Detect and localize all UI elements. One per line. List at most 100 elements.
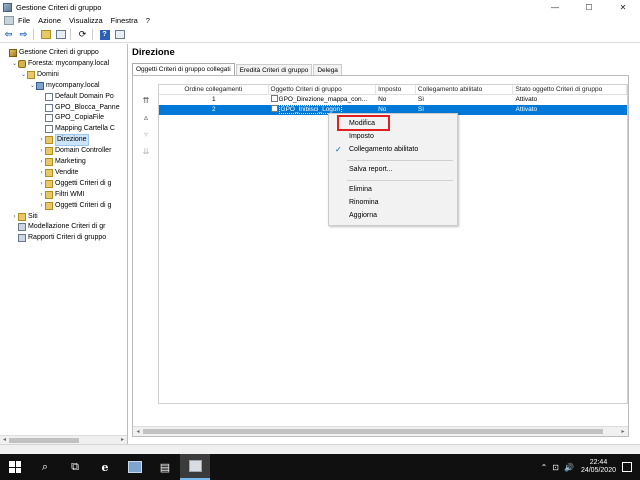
volume-icon[interactable]: 🔊 xyxy=(564,463,574,472)
tree-item[interactable]: GPO_CopiaFile xyxy=(38,113,104,123)
task-view-icon[interactable]: ⧉ xyxy=(60,454,90,480)
tab-strip: Oggetti Criteri di gruppo collegati Ered… xyxy=(132,63,343,75)
tree-item[interactable]: › Marketing xyxy=(38,157,86,167)
menu-bar: File Azione Visualizza Finestra ? xyxy=(0,14,640,27)
expand-toggle-icon[interactable]: › xyxy=(38,201,45,211)
tree-horizontal-scrollbar[interactable]: ◂ ▸ xyxy=(0,435,127,444)
move-down-icon[interactable]: ▿ xyxy=(141,130,151,140)
file-explorer-icon[interactable]: ▤ xyxy=(150,454,180,480)
menu-item-collegamento-abilitato[interactable]: ✓ Collegamento abilitato xyxy=(329,144,457,156)
expand-toggle-icon[interactable]: › xyxy=(11,212,18,222)
minimize-button[interactable]: — xyxy=(538,0,572,14)
up-folder-icon[interactable] xyxy=(39,29,52,41)
move-up-icon[interactable]: ▵ xyxy=(141,113,151,123)
scroll-left-icon[interactable]: ◂ xyxy=(133,427,143,437)
start-button[interactable] xyxy=(0,454,30,480)
column-header-status[interactable]: Stato oggetto Criteri di gruppo xyxy=(513,85,627,94)
back-arrow-icon[interactable]: ⇦ xyxy=(2,29,15,41)
tree-item[interactable]: › Vendite xyxy=(38,168,78,178)
search-icon[interactable]: ⌕ xyxy=(30,454,60,480)
menu-item-salva-report[interactable]: Salva report... xyxy=(329,164,457,176)
forward-arrow-icon[interactable]: ⇨ xyxy=(17,29,30,41)
scroll-right-icon[interactable]: ▸ xyxy=(618,427,628,437)
gpo-link-icon xyxy=(45,114,53,123)
help-icon[interactable]: ? xyxy=(98,29,111,41)
gpmc-root-icon xyxy=(9,49,17,57)
move-top-icon[interactable]: ⇈ xyxy=(141,96,151,106)
expand-toggle-icon[interactable]: › xyxy=(38,135,45,145)
tree-item[interactable]: › Direzione xyxy=(38,134,89,147)
cell-gpo: GPO_Direzione_mappa_con... xyxy=(269,95,377,105)
column-header-link-enabled[interactable]: Collegamento abilitato xyxy=(416,85,514,94)
expand-toggle-icon[interactable]: › xyxy=(38,179,45,189)
menu-item-imposto[interactable]: Imposto xyxy=(329,131,457,143)
tree-item[interactable]: Modellazione Criteri di gr xyxy=(11,222,105,232)
expand-toggle-icon[interactable]: ⌄ xyxy=(29,81,36,91)
tree-item[interactable]: › Oggetti Criteri di g xyxy=(38,179,111,189)
expand-toggle-icon[interactable]: › xyxy=(38,190,45,200)
move-bottom-icon[interactable]: ⇊ xyxy=(141,147,151,157)
menu-help[interactable]: ? xyxy=(142,16,154,25)
notification-icon[interactable] xyxy=(622,462,632,472)
clock[interactable]: 22:44 24/05/2020 xyxy=(581,459,616,475)
tree-item[interactable]: › Oggetti Criteri di g xyxy=(38,201,111,211)
column-header-gpo[interactable]: Oggetto Criteri di gruppo xyxy=(269,85,377,94)
expand-toggle-icon[interactable]: › xyxy=(38,146,45,156)
menu-azione[interactable]: Azione xyxy=(34,16,65,25)
menu-finestra[interactable]: Finestra xyxy=(107,16,142,25)
tab-linked-gpos[interactable]: Oggetti Criteri di gruppo collegati xyxy=(132,63,235,75)
menu-visualizza[interactable]: Visualizza xyxy=(65,16,107,25)
tree-item[interactable]: ⌄ Foresta: mycompany.local xyxy=(11,59,109,69)
console-tree[interactable]: Gestione Criteri di gruppo ⌄ Foresta: myco… xyxy=(0,44,128,444)
menu-item-rinomina[interactable]: Rinomina xyxy=(329,197,457,209)
window-controls: — ☐ ✕ xyxy=(538,0,640,14)
expand-toggle-icon[interactable]: ⌄ xyxy=(11,59,18,69)
expand-toggle-icon[interactable]: ⌄ xyxy=(20,70,27,80)
ou-icon xyxy=(45,168,53,177)
gpo-link-icon xyxy=(270,105,278,112)
system-menu-icon[interactable] xyxy=(4,16,14,25)
console-tree-icon[interactable] xyxy=(54,29,67,41)
tab-inheritance[interactable]: Eredità Criteri di gruppo xyxy=(235,64,313,75)
tree-item[interactable]: › Domain Controller xyxy=(38,146,111,156)
modeling-icon xyxy=(18,223,26,232)
scroll-thumb[interactable] xyxy=(143,429,603,434)
scroll-right-icon[interactable]: ▸ xyxy=(118,436,127,444)
menu-item-aggiorna[interactable]: Aggiorna xyxy=(329,210,457,222)
tree-item[interactable]: ⌄ Domini xyxy=(20,70,59,80)
network-icon[interactable]: ⊡ xyxy=(552,463,559,472)
menu-item-label: Aggiorna xyxy=(349,212,378,219)
menu-item-elimina[interactable]: Elimina xyxy=(329,184,457,196)
table-row[interactable]: 1 GPO_Direzione_mappa_con... No Sì Attiv… xyxy=(159,95,627,105)
tray-overflow-icon[interactable]: ⌃ xyxy=(541,463,548,472)
tree-item[interactable]: Default Domain Po xyxy=(38,92,114,102)
internet-explorer-icon[interactable]: e xyxy=(90,454,120,480)
tree-item[interactable]: › Siti xyxy=(11,212,38,222)
expand-toggle-icon[interactable]: › xyxy=(38,168,45,178)
column-header-order[interactable]: Ordine collegamenti xyxy=(159,85,269,94)
menu-file[interactable]: File xyxy=(14,16,34,25)
close-button[interactable]: ✕ xyxy=(606,0,640,14)
group-policy-button[interactable] xyxy=(180,454,210,480)
tree-item[interactable]: Gestione Criteri di gruppo xyxy=(2,48,99,58)
tree-item[interactable]: Rapporti Criteri di gruppo xyxy=(11,233,106,243)
scroll-thumb[interactable] xyxy=(9,438,79,443)
tree-item[interactable]: › Filtri WMI xyxy=(38,190,85,200)
server-manager-button[interactable] xyxy=(120,454,150,480)
expand-toggle-icon[interactable]: › xyxy=(38,157,45,167)
tree-item[interactable]: Mapping Cartella C xyxy=(38,124,115,134)
maximize-button[interactable]: ☐ xyxy=(572,0,606,14)
show-hide-icon[interactable] xyxy=(113,29,126,41)
page-title: Direzione xyxy=(132,47,175,58)
toolbar-separator xyxy=(33,29,34,40)
tab-delegation[interactable]: Delega xyxy=(313,64,342,75)
tree-item[interactable]: ⌄ mycompany.local xyxy=(29,81,100,91)
menu-item-label: Elimina xyxy=(349,186,372,193)
refresh-icon[interactable]: ⟳ xyxy=(76,29,89,41)
scroll-left-icon[interactable]: ◂ xyxy=(0,436,9,444)
horizontal-scrollbar[interactable]: ◂ ▸ xyxy=(133,426,628,436)
column-header-enforced[interactable]: Imposto xyxy=(376,85,416,94)
tree-item[interactable]: GPO_Blocca_Panne xyxy=(38,103,120,113)
status-bar xyxy=(0,444,640,454)
tree-item-label: Marketing xyxy=(55,158,86,165)
